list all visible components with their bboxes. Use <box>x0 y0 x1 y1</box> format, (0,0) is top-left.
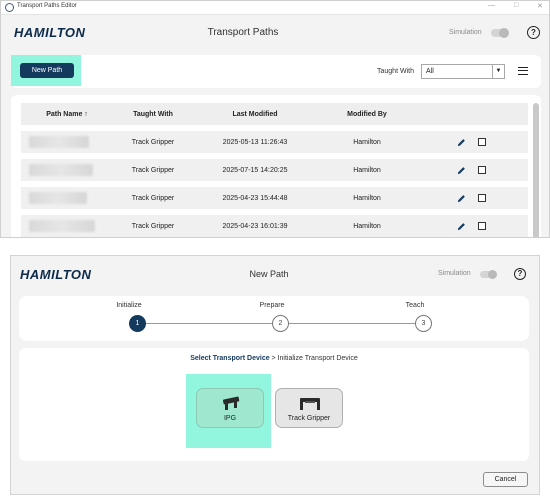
row-last-modified: 2025-07-15 14:20:25 <box>222 166 288 174</box>
help-icon[interactable]: ? <box>527 26 540 39</box>
paths-table: Path Name ↑ Taught With Last Modified Mo… <box>11 95 541 237</box>
device-ipg[interactable]: IPG <box>196 388 264 428</box>
row-modified-by: Hamilton <box>353 222 381 230</box>
path-name-redacted <box>29 192 87 204</box>
device-label: IPG <box>223 415 237 422</box>
row-checkbox[interactable] <box>478 138 486 146</box>
col-last-modified[interactable]: Last Modified <box>193 103 317 125</box>
toggle-knob <box>488 270 497 279</box>
step-label-initialize: Initialize <box>116 302 142 309</box>
table-row[interactable]: Track Gripper 2025-04-23 15:44:48 Hamilt… <box>21 187 528 209</box>
close-icon[interactable]: ✕ <box>537 2 543 10</box>
row-checkbox[interactable] <box>478 222 486 230</box>
step-1-circle: 1 <box>129 315 146 332</box>
device-track-gripper[interactable]: Track Gripper <box>275 388 343 428</box>
header: HAMILTON New Path Simulation ? <box>11 256 539 294</box>
breadcrumb-separator: > <box>269 355 278 362</box>
hamburger-icon[interactable] <box>518 67 528 75</box>
hamilton-logo: HAMILTON <box>14 25 86 40</box>
breadcrumb-next: Initialize Transport Device <box>277 355 358 362</box>
col-path-name[interactable]: Path Name ↑ <box>21 103 113 125</box>
row-last-modified: 2025-04-23 16:01:39 <box>222 222 288 230</box>
edit-pencil-icon[interactable] <box>457 194 466 203</box>
step-label-prepare: Prepare <box>259 302 285 309</box>
page-title: New Path <box>249 269 289 279</box>
chevron-down-icon[interactable]: ▼ <box>492 65 504 78</box>
header: HAMILTON Transport Paths Simulation ? <box>1 15 549 53</box>
device-select-panel: Select Transport Device > Initialize Tra… <box>19 348 529 461</box>
new-path-button[interactable]: New Path <box>20 63 74 78</box>
cancel-button[interactable]: Cancel <box>483 472 528 487</box>
col-modified-by[interactable]: Modified By <box>317 103 417 125</box>
toggle-knob <box>499 28 509 38</box>
table-row[interactable]: Track Gripper 2025-07-15 14:20:25 Hamilt… <box>21 159 528 181</box>
path-name-redacted <box>29 164 93 176</box>
simulation-label: Simulation <box>449 29 482 36</box>
table-header: Path Name ↑ Taught With Last Modified Mo… <box>21 103 528 125</box>
taught-with-label: Taught With <box>377 68 414 75</box>
row-taught-with: Track Gripper <box>131 194 175 202</box>
row-last-modified: 2025-05-13 11:26:43 <box>222 138 288 146</box>
app-icon <box>5 3 14 12</box>
new-path-window: HAMILTON New Path Simulation ? Initializ… <box>10 255 540 495</box>
edit-pencil-icon[interactable] <box>457 222 466 231</box>
simulation-toggle[interactable] <box>480 270 497 279</box>
track-gripper-icon <box>300 398 320 410</box>
row-modified-by: Hamilton <box>353 166 381 174</box>
row-taught-with: Track Gripper <box>131 138 175 146</box>
toolbar: New Path Taught With All ▼ <box>11 55 541 88</box>
ipg-gripper-icon <box>222 396 240 410</box>
taught-with-select[interactable]: All ▼ <box>421 64 505 79</box>
minimize-icon[interactable]: — <box>488 2 495 9</box>
window-title: Transport Paths Editor <box>17 3 77 9</box>
page-title: Transport Paths <box>207 27 279 38</box>
step-connector <box>289 323 417 324</box>
step-label-teach: Teach <box>405 302 425 309</box>
table-row[interactable]: Track Gripper 2025-04-23 16:01:39 Hamilt… <box>21 215 528 237</box>
taught-with-value: All <box>426 68 434 75</box>
maximize-icon[interactable]: □ <box>514 2 518 9</box>
row-modified-by: Hamilton <box>353 138 381 146</box>
row-checkbox[interactable] <box>478 194 486 202</box>
edit-pencil-icon[interactable] <box>457 166 466 175</box>
row-last-modified: 2025-04-23 15:44:48 <box>222 194 288 202</box>
step-connector <box>146 323 274 324</box>
table-row[interactable]: Track Gripper 2025-05-13 11:26:43 Hamilt… <box>21 131 528 153</box>
edit-pencil-icon[interactable] <box>457 138 466 147</box>
simulation-label: Simulation <box>438 270 471 277</box>
simulation-toggle[interactable] <box>491 28 509 38</box>
vertical-scrollbar[interactable] <box>533 103 539 237</box>
hamilton-logo: HAMILTON <box>20 267 92 282</box>
row-taught-with: Track Gripper <box>131 222 175 230</box>
breadcrumb-current: Select Transport Device <box>190 355 270 362</box>
transport-paths-window: Transport Paths Editor — □ ✕ HAMILTON Tr… <box>0 0 550 238</box>
step-3-circle: 3 <box>415 315 432 332</box>
step-progress: Initialize Prepare Teach 1 2 3 <box>19 296 529 341</box>
title-bar: Transport Paths Editor — □ ✕ <box>1 1 549 15</box>
row-modified-by: Hamilton <box>353 194 381 202</box>
path-name-redacted <box>29 220 95 232</box>
col-taught-with[interactable]: Taught With <box>113 103 193 125</box>
help-icon[interactable]: ? <box>514 268 526 280</box>
device-label: Track Gripper <box>287 415 331 422</box>
step-2-circle: 2 <box>272 315 289 332</box>
breadcrumb: Select Transport Device > Initialize Tra… <box>19 355 529 362</box>
row-checkbox[interactable] <box>478 166 486 174</box>
path-name-redacted <box>29 136 89 148</box>
row-taught-with: Track Gripper <box>131 166 175 174</box>
